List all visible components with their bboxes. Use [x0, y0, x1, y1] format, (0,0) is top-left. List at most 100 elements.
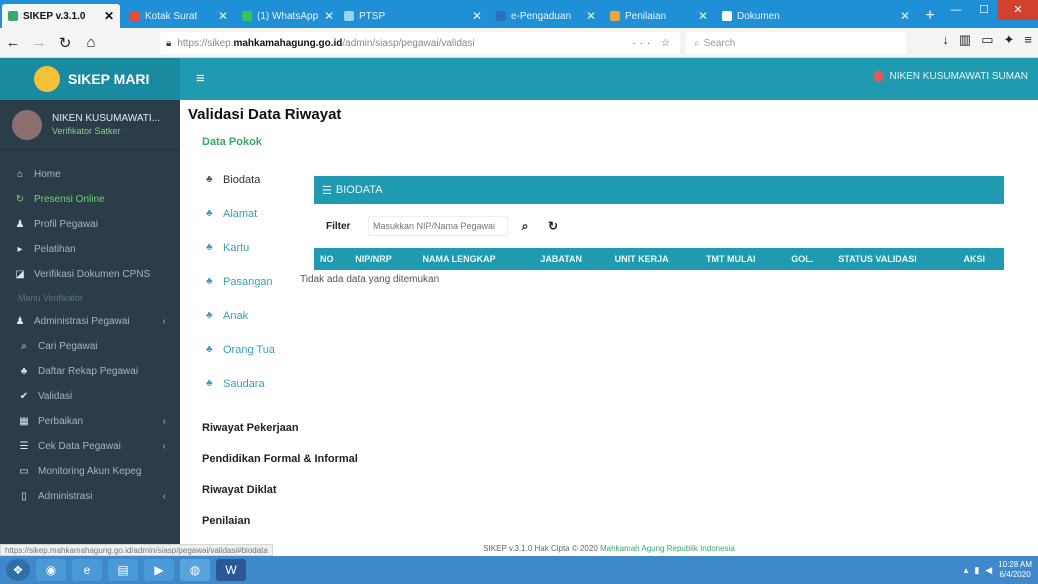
column-header[interactable]: GOL.: [785, 248, 833, 270]
users-icon: ♣: [206, 242, 213, 253]
chrome-icon[interactable]: ◉: [36, 559, 66, 581]
close-icon[interactable]: ✕: [318, 9, 334, 23]
close-icon[interactable]: ✕: [580, 9, 596, 23]
search-placeholder: Search: [703, 37, 736, 49]
column-header[interactable]: AKSI: [957, 248, 1004, 270]
window-close-icon[interactable]: ✕: [998, 0, 1038, 20]
sidebar-item-administrasi[interactable]: ▯ Administrasi ‹: [0, 484, 180, 509]
firefox-icon[interactable]: ◍: [180, 559, 210, 581]
sidebar-item-administrasi-pegawai[interactable]: ♟ Administrasi Pegawai ‹: [0, 309, 180, 334]
subnav-item-kartu[interactable]: ♣ Kartu: [206, 242, 275, 276]
brand[interactable]: SIKEP MARI: [0, 58, 180, 100]
sidebar-item-presensi-online[interactable]: ↻ Presensi Online: [0, 187, 180, 212]
internet-explorer-icon[interactable]: e: [72, 559, 102, 581]
tab-sikep[interactable]: SIKEP v.3.1.0 ✕: [2, 4, 120, 28]
download-icon[interactable]: ↓: [942, 32, 949, 48]
close-icon[interactable]: ✕: [894, 9, 910, 23]
chart-icon: ◪: [15, 269, 25, 280]
close-icon[interactable]: ✕: [212, 9, 228, 23]
tab-dokumen[interactable]: Dokumen ✕: [716, 4, 916, 28]
sidebar-item-pelatihan[interactable]: ▸ Pelatihan: [0, 237, 180, 262]
section-riwayat-diklat[interactable]: Riwayat Diklat: [202, 484, 358, 515]
sidebar-item-perbaikan[interactable]: ▦ Perbaikan ‹: [0, 409, 180, 434]
refresh-icon[interactable]: ↻: [542, 219, 564, 233]
back-arrow-icon[interactable]: ←: [0, 34, 26, 51]
subnav-item-biodata[interactable]: ♣ Biodata: [206, 174, 275, 208]
close-icon[interactable]: ✕: [98, 9, 114, 23]
subnav-item-orang-tua[interactable]: ♣ Orang Tua: [206, 344, 275, 378]
address-bar[interactable]: 🔒︎ https://sikep. mahkamahagung.go.id /a…: [160, 32, 680, 54]
maximize-icon[interactable]: ☐: [970, 0, 998, 20]
column-header[interactable]: NIP/NRP: [349, 248, 417, 270]
section-riwayat-pekerjaan[interactable]: Riwayat Pekerjaan: [202, 422, 358, 453]
hamburger-icon[interactable]: ≡: [196, 70, 205, 87]
sidebar-item-cari-pegawai[interactable]: ⌕ Cari Pegawai: [0, 334, 180, 359]
subnav-item-saudara[interactable]: ♣ Saudara: [206, 378, 275, 412]
sidebar-item-profil-pegawai[interactable]: ♟ Profil Pegawai: [0, 212, 180, 237]
home-icon[interactable]: ⌂: [78, 34, 104, 51]
reload-icon[interactable]: ↻: [52, 34, 78, 52]
sidebar-item-verifikasi-cpns[interactable]: ◪ Verifikasi Dokumen CPNS: [0, 262, 180, 287]
section-pendidikan[interactable]: Pendidikan Formal & Informal: [202, 453, 358, 484]
sidebar-item-label: Pelatihan: [34, 244, 76, 255]
extension-icon[interactable]: ✦: [1004, 32, 1015, 48]
sidebar-item-validasi[interactable]: ✔ Validasi: [0, 384, 180, 409]
tab-mail[interactable]: Kotak Surat ✕: [124, 4, 234, 28]
url-path: /admin/siasp/pegawai/validasi: [342, 37, 475, 49]
tab-label: (1) WhatsApp: [257, 10, 319, 22]
clock[interactable]: 10:28 AM 6/4/2020: [998, 560, 1032, 580]
sidebar-item-label: Monitoring Akun Kepeg: [38, 466, 142, 477]
sidebar-item-cek-data[interactable]: ☰ Cek Data Pegawai ‹: [0, 434, 180, 459]
file-icon: ▸: [17, 244, 23, 255]
footer-org-link[interactable]: Mahkamah Agung Republik Indonesia: [600, 544, 735, 553]
subnav-item-anak[interactable]: ♣ Anak: [206, 310, 275, 344]
library-icon[interactable]: ▥: [959, 32, 971, 48]
app-header: SIKEP MARI ≡ NIKEN KUSUMAWATI SUMAN: [0, 58, 1038, 100]
column-header[interactable]: JABATAN: [534, 248, 609, 270]
close-icon[interactable]: ✕: [692, 9, 708, 23]
main-content: Validasi Data Riwayat Data Pokok ♣ Bioda…: [180, 100, 1038, 554]
page-actions-icon[interactable]: ··· ☆: [632, 38, 674, 49]
search-input[interactable]: ⌕ Search: [686, 32, 906, 54]
sidebar-item-home[interactable]: ⌂ Home: [0, 162, 180, 187]
header-user-menu[interactable]: NIKEN KUSUMAWATI SUMAN: [873, 71, 1028, 82]
system-tray: ▴ ▮ ◀ 10:28 AM 6/4/2020: [964, 560, 1032, 580]
start-button-icon[interactable]: ❖: [6, 559, 30, 581]
section-penilaian[interactable]: Penilaian: [202, 515, 358, 546]
tray-arrow-icon[interactable]: ▴: [964, 565, 969, 576]
sidebar-item-label: Cari Pegawai: [38, 341, 98, 352]
sidebar-item-daftar-rekap[interactable]: ♣ Daftar Rekap Pegawai: [0, 359, 180, 384]
minimize-icon[interactable]: —: [942, 0, 970, 20]
monitor-icon: ▭: [19, 466, 29, 477]
tab-penilaian[interactable]: Penilaian ✕: [604, 4, 714, 28]
close-icon[interactable]: ✕: [466, 9, 482, 23]
column-header[interactable]: NAMA LENGKAP: [416, 248, 535, 270]
tab-ptsp[interactable]: PTSP ✕: [338, 4, 488, 28]
file-explorer-icon[interactable]: ▤: [108, 559, 138, 581]
subnav-item-pasangan[interactable]: ♣ Pasangan: [206, 276, 275, 310]
word-icon[interactable]: W: [216, 559, 246, 581]
header-user-name: NIKEN KUSUMAWATI SUMAN: [889, 71, 1028, 82]
tab-whatsapp[interactable]: (1) WhatsApp ✕: [236, 4, 336, 28]
sidebar-icon[interactable]: ▭: [981, 32, 993, 48]
tab-pengaduan[interactable]: e-Pengaduan ✕: [490, 4, 602, 28]
subnav-item-alamat[interactable]: ♣ Alamat: [206, 208, 275, 242]
chevron-left-icon: ‹: [162, 316, 166, 327]
new-tab-icon[interactable]: +: [920, 6, 940, 26]
forward-arrow-icon[interactable]: →: [26, 34, 52, 51]
media-player-icon[interactable]: ▶: [144, 559, 174, 581]
browser-tab-strip: SIKEP v.3.1.0 ✕ Kotak Surat ✕ (1) WhatsA…: [0, 0, 1038, 28]
tab-label: Penilaian: [625, 10, 667, 22]
column-header[interactable]: STATUS VALIDASI: [832, 248, 958, 270]
filter-input[interactable]: [368, 216, 508, 236]
sidebar-item-monitoring-akun[interactable]: ▭ Monitoring Akun Kepeg: [0, 459, 180, 484]
search-icon[interactable]: ⌕: [514, 219, 536, 234]
volume-icon[interactable]: ◀: [985, 565, 992, 576]
menu-icon[interactable]: ≡: [1024, 32, 1032, 48]
column-header[interactable]: TMT MULAI: [700, 248, 786, 270]
section-data-pokok[interactable]: Data Pokok: [202, 136, 262, 148]
sidebar-item-label: Profil Pegawai: [34, 219, 98, 230]
column-header[interactable]: NO: [314, 248, 350, 270]
network-icon[interactable]: ▮: [974, 565, 979, 576]
column-header[interactable]: UNIT KERJA: [608, 248, 701, 270]
